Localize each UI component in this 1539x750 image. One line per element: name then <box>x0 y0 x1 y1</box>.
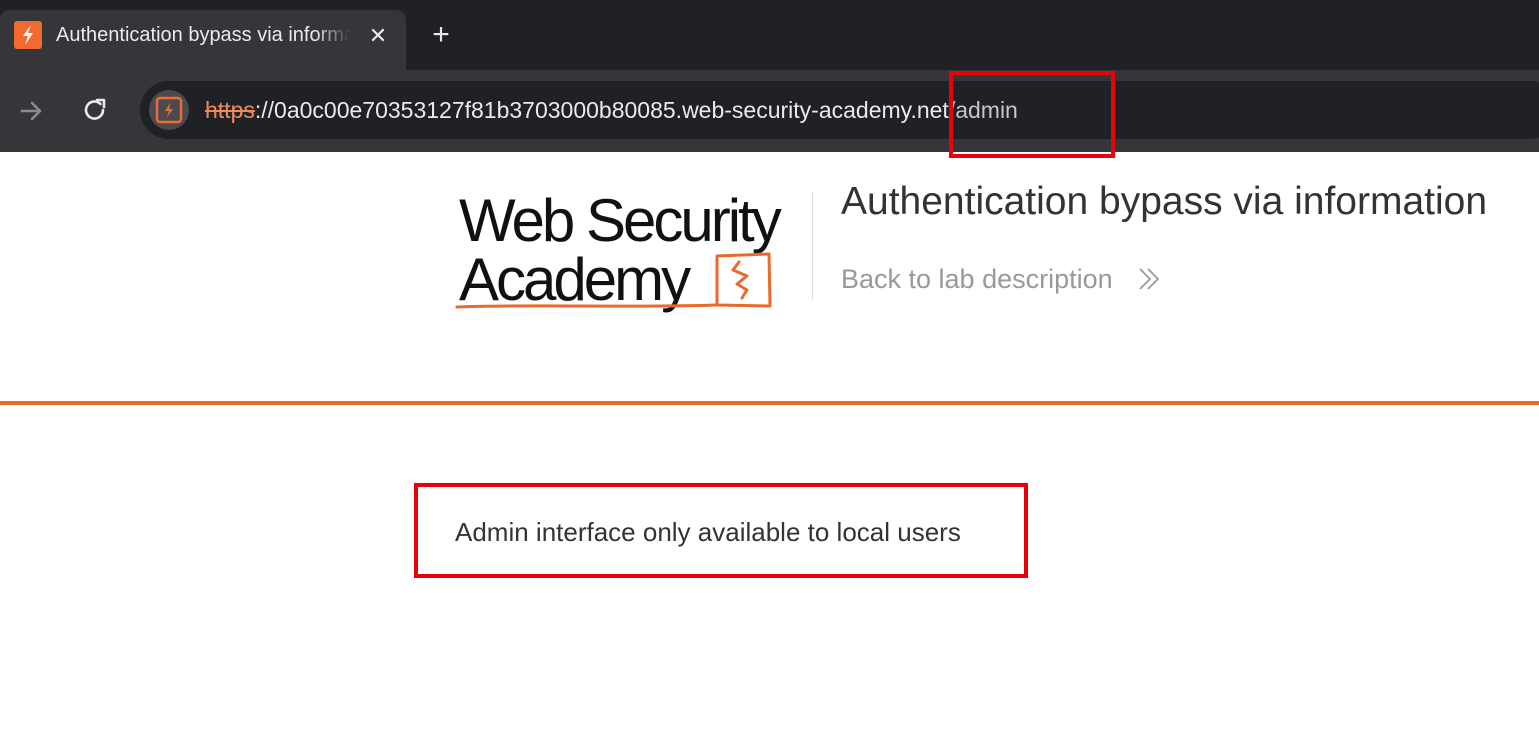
back-to-lab-description-link[interactable]: Back to lab description <box>841 264 1159 295</box>
lab-title: Authentication bypass via information <box>841 180 1488 223</box>
header-divider <box>812 192 813 300</box>
reload-icon[interactable] <box>80 95 110 125</box>
logo-line-2: Academy <box>459 246 691 313</box>
logo-bolt <box>731 260 749 300</box>
web-security-academy-logo[interactable]: Web Security Academy <box>455 186 805 314</box>
back-link-label: Back to lab description <box>841 264 1113 294</box>
url-text[interactable]: https://0a0c00e70353127f81b3703000b80085… <box>205 97 1018 124</box>
annotation-box-message <box>414 483 1028 578</box>
arrow-right-icon[interactable] <box>16 96 46 126</box>
double-chevron-right-icon <box>1139 268 1159 290</box>
tab-title: Authentication bypass via information di… <box>56 24 350 46</box>
address-bar[interactable]: https://0a0c00e70353127f81b3703000b80085… <box>140 81 1539 139</box>
site-info-button[interactable] <box>149 90 189 130</box>
tab-strip: Authentication bypass via information di… <box>0 0 1539 72</box>
web-security-academy-icon <box>14 21 42 49</box>
browser-tab[interactable]: Authentication bypass via information di… <box>0 10 406 72</box>
header-separator <box>0 401 1539 405</box>
browser-toolbar: https://0a0c00e70353127f81b3703000b80085… <box>0 70 1539 152</box>
close-icon[interactable]: ✕ <box>364 22 392 50</box>
logo-line-1: Web Security <box>459 187 782 254</box>
url-scheme: https <box>205 97 255 123</box>
logo-underline <box>455 303 719 309</box>
url-separator: :// <box>254 97 275 123</box>
plus-icon[interactable]: + <box>426 20 456 50</box>
annotation-box-url-path <box>949 71 1115 158</box>
url-host: 0a0c00e70353127f81b3703000b80085.web-sec… <box>274 97 949 123</box>
web-security-academy-icon <box>155 96 183 124</box>
